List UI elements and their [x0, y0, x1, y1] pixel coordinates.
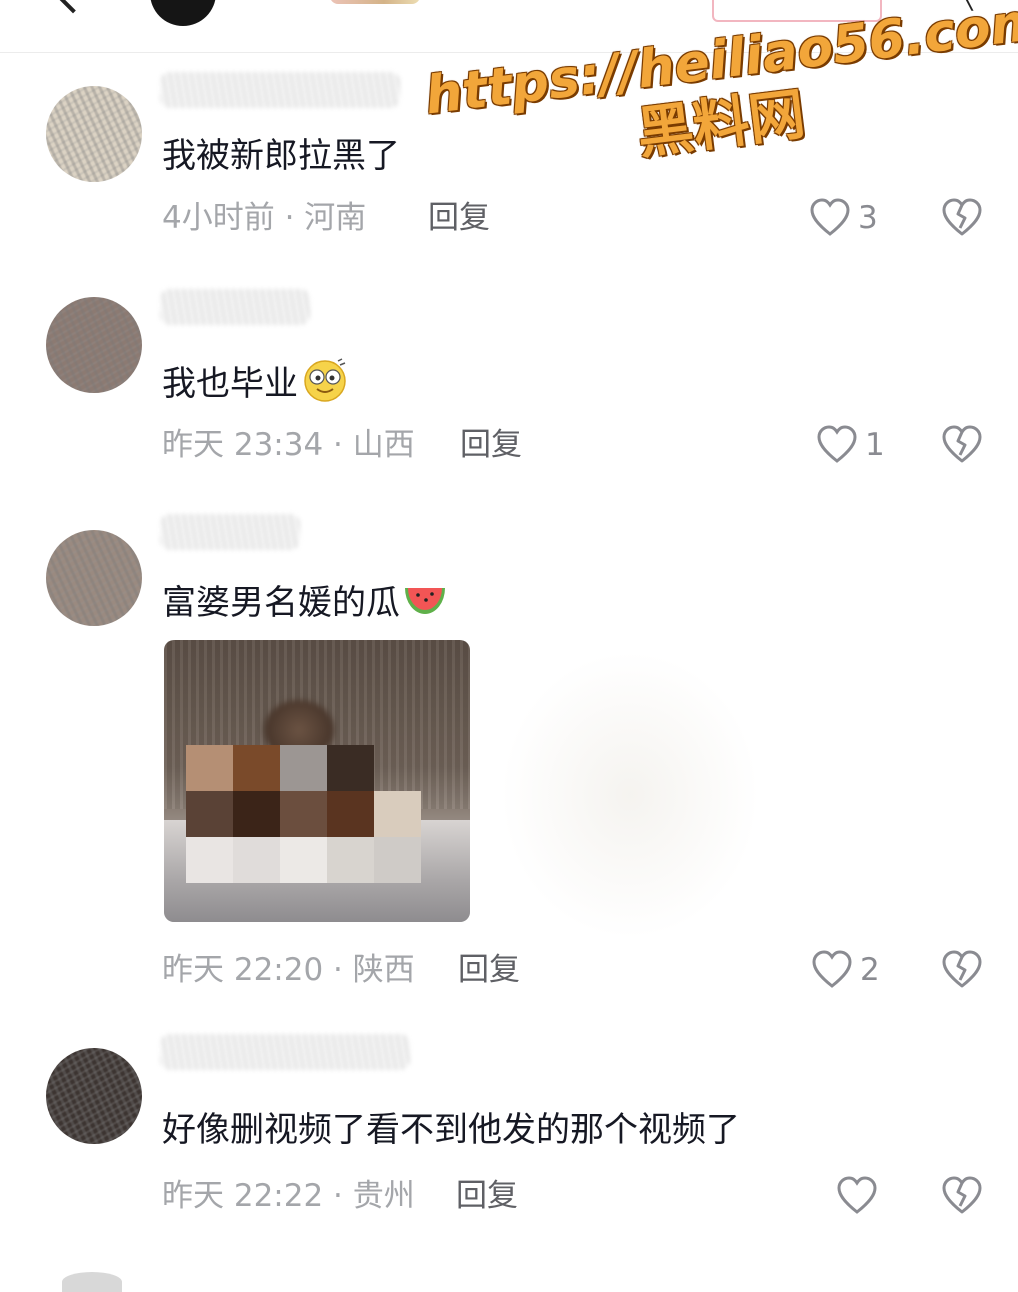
like-count: 1: [865, 427, 885, 463]
avatar[interactable]: [46, 297, 142, 393]
mosaic-censor: [186, 745, 421, 883]
reply-button[interactable]: 回复: [460, 425, 522, 465]
avatar[interactable]: [46, 530, 142, 626]
comment-text: 富婆男名媛的瓜: [162, 580, 448, 625]
dislike-button[interactable]: [940, 948, 984, 992]
author-avatar[interactable]: [150, 0, 216, 26]
comment-image[interactable]: [164, 640, 470, 922]
heart-icon: [810, 198, 850, 236]
like-count: 3: [858, 200, 878, 236]
like-button[interactable]: [835, 1174, 885, 1218]
dislike-button[interactable]: [940, 196, 984, 240]
close-icon[interactable]: ╲: [958, 0, 988, 10]
watermark-name: 黑料网: [633, 81, 809, 167]
comment-meta: 4小时前 · 河南: [162, 200, 367, 236]
top-bar: ╲: [0, 0, 1018, 53]
heart-icon: [812, 950, 852, 988]
watermelon-emoji: [405, 588, 445, 614]
blurred-area: [500, 650, 760, 940]
avatar[interactable]: [46, 1048, 142, 1144]
reply-button[interactable]: 回复: [456, 1176, 518, 1216]
heart-icon: [837, 1176, 877, 1214]
follow-button[interactable]: [712, 0, 882, 22]
dizzy-face-emoji: [304, 358, 346, 402]
dislike-button[interactable]: [940, 1174, 984, 1218]
comment-meta: 昨天 23:34 · 山西: [162, 427, 415, 463]
comment-text: 我也毕业: [162, 357, 348, 406]
reply-button[interactable]: 回复: [428, 198, 490, 238]
comment-meta: 昨天 22:20 · 陕西: [162, 952, 415, 988]
broken-heart-icon: [942, 198, 982, 236]
comment-text-content: 我也毕业: [162, 364, 298, 404]
comment-text-content: 富婆男名媛的瓜: [162, 583, 400, 623]
heart-icon: [817, 425, 857, 463]
like-button[interactable]: 2: [810, 948, 900, 992]
dislike-button[interactable]: [940, 423, 984, 467]
broken-heart-icon: [942, 1176, 982, 1214]
next-comment-avatar[interactable]: [62, 1272, 122, 1292]
comment-text: 好像删视频了看不到他发的那个视频了: [162, 1110, 740, 1150]
back-chevron-icon[interactable]: [54, 0, 92, 14]
broken-heart-icon: [942, 425, 982, 463]
reply-button[interactable]: 回复: [458, 950, 520, 990]
username-redacted: [160, 289, 310, 325]
like-button[interactable]: 1: [815, 423, 895, 467]
like-button[interactable]: 3: [808, 196, 898, 240]
broken-heart-icon: [942, 950, 982, 988]
like-count: 2: [860, 952, 880, 988]
username-redacted: [160, 514, 300, 550]
username-redacted: [160, 72, 400, 108]
avatar[interactable]: [46, 86, 142, 182]
username-redacted: [160, 1034, 410, 1070]
header-emoji: [330, 0, 420, 4]
comment-text: 我被新郎拉黑了: [162, 136, 400, 176]
comment-meta: 昨天 22:22 · 贵州: [162, 1178, 415, 1214]
